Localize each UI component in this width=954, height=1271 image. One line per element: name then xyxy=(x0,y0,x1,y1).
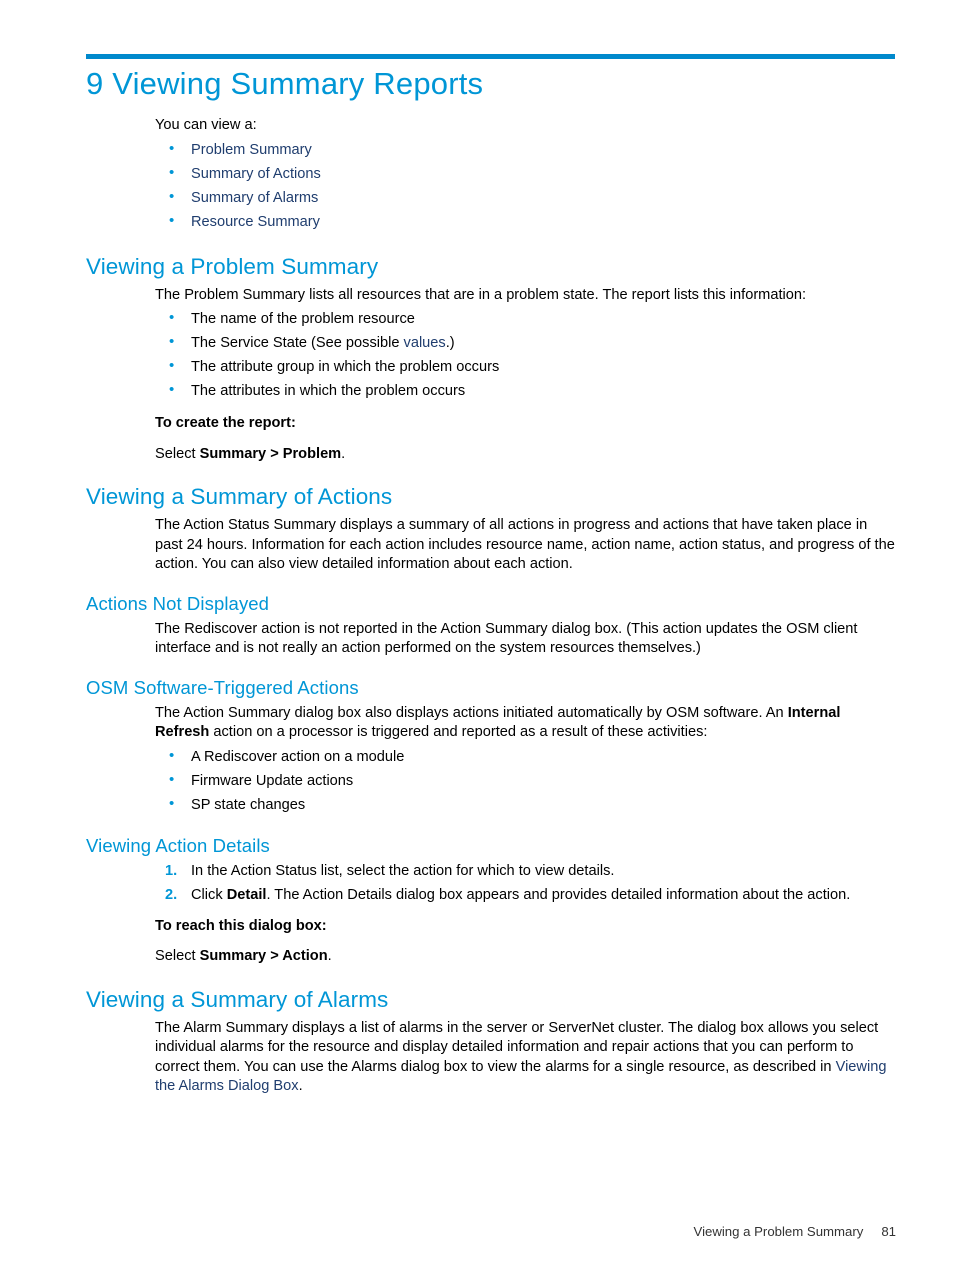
step-text: In the Action Status list, select the ac… xyxy=(191,862,615,879)
problem-item-suffix: .) xyxy=(445,335,455,351)
list-item[interactable]: Summary of Actions xyxy=(155,161,896,186)
intro-item-label: Problem Summary xyxy=(191,141,312,158)
subsection-heading-actions-not-displayed: Actions Not Displayed xyxy=(86,592,270,614)
select-suffix: . xyxy=(327,948,332,964)
problem-item-label: The name of the problem resource xyxy=(191,311,415,327)
section-heading-summary-alarms: Viewing a Summary of Alarms xyxy=(86,986,389,1012)
subsection-heading-osm-software-triggered: OSM Software-Triggered Actions xyxy=(86,676,359,698)
action-details-steps: 1. In the Action Status list, select the … xyxy=(155,862,896,906)
list-item: The attributes in which the problem occu… xyxy=(155,378,896,403)
problem-item-prefix: The Service State (See possible xyxy=(191,335,404,351)
list-item[interactable]: Problem Summary xyxy=(155,137,896,162)
osm-item-label: A Rediscover action on a module xyxy=(191,748,405,765)
osm-paragraph-part2: action on a processor is triggered and r… xyxy=(209,724,708,740)
section-heading-problem-summary: Viewing a Problem Summary xyxy=(86,253,379,279)
select-prefix: Select xyxy=(155,445,200,462)
summary-actions-block: The Action Status Summary displays a sum… xyxy=(155,516,896,575)
select-suffix: . xyxy=(341,445,346,462)
document-page: 9 Viewing Summary Reports You can view a… xyxy=(0,0,954,1271)
problem-item-label: The attribute group in which the problem… xyxy=(191,359,500,375)
actions-not-displayed-block: The Rediscover action is not reported in… xyxy=(155,620,896,659)
list-item: 1. In the Action Status list, select the … xyxy=(155,862,896,882)
list-item: A Rediscover action on a module xyxy=(155,744,896,769)
osm-paragraph-part1: The Action Summary dialog box also displ… xyxy=(155,704,788,721)
intro-block: You can view a: Problem Summary Summary … xyxy=(155,116,896,234)
osm-triggered-paragraph: The Action Summary dialog box also displ… xyxy=(155,704,896,743)
actions-not-displayed-paragraph: The Rediscover action is not reported in… xyxy=(155,620,858,657)
step-number: 1. xyxy=(165,862,178,879)
summary-actions-paragraph: The Action Status Summary displays a sum… xyxy=(155,517,895,572)
values-link[interactable]: values xyxy=(404,335,446,351)
to-create-report-label: To create the report: xyxy=(155,415,296,431)
select-menu-path: Summary > Problem xyxy=(199,445,342,462)
step-prefix: Click xyxy=(191,887,227,903)
problem-summary-paragraph: The Problem Summary lists all resources … xyxy=(155,286,807,303)
list-item[interactable]: Summary of Alarms xyxy=(155,185,896,210)
osm-item-label: Firmware Update actions xyxy=(191,772,354,789)
list-item: 2. Click Detail. The Action Details dialo… xyxy=(155,886,896,906)
list-item: The attribute group in which the problem… xyxy=(155,354,896,379)
alarms-paragraph-part2: . xyxy=(298,1078,303,1094)
step-suffix: . The Action Details dialog box appears … xyxy=(266,887,851,903)
osm-item-label: SP state changes xyxy=(191,796,306,813)
select-prefix: Select xyxy=(155,948,200,964)
problem-select-path: Select Summary > Problem. xyxy=(155,445,896,465)
osm-software-triggered-block: The Action Summary dialog box also displ… xyxy=(155,704,896,817)
page-footer: Viewing a Problem Summary 81 xyxy=(0,1224,954,1239)
viewing-action-details-block: 1. In the Action Status list, select the … xyxy=(155,862,896,967)
intro-lead: You can view a: xyxy=(155,117,257,133)
summary-alarms-block: The Alarm Summary displays a list of ala… xyxy=(155,1019,896,1097)
osm-triggered-list: A Rediscover action on a module Firmware… xyxy=(155,744,896,817)
footer-page-number: 81 xyxy=(881,1224,896,1239)
step-number: 2. xyxy=(165,887,178,903)
detail-button-term: Detail xyxy=(226,887,267,903)
intro-list: Problem Summary Summary of Actions Summa… xyxy=(155,137,896,234)
subsection-heading-viewing-action-details: Viewing Action Details xyxy=(86,834,270,856)
problem-summary-list: The name of the problem resource The Ser… xyxy=(155,306,896,403)
chapter-rule xyxy=(86,54,895,59)
problem-item-label: The attributes in which the problem occu… xyxy=(191,383,466,399)
section-heading-summary-actions: Viewing a Summary of Actions xyxy=(86,484,393,509)
list-item: SP state changes xyxy=(155,792,896,817)
list-item: Firmware Update actions xyxy=(155,768,896,793)
chapter-title: 9 Viewing Summary Reports xyxy=(86,66,484,101)
list-item[interactable]: Resource Summary xyxy=(155,209,896,234)
summary-alarms-paragraph: The Alarm Summary displays a list of ala… xyxy=(155,1019,896,1097)
list-item: The Service State (See possible values.) xyxy=(155,330,896,355)
alarms-paragraph-part1: The Alarm Summary displays a list of ala… xyxy=(155,1019,879,1075)
intro-item-label: Summary of Actions xyxy=(191,165,321,182)
intro-item-label: Resource Summary xyxy=(191,213,320,230)
select-menu-path: Summary > Action xyxy=(199,948,328,964)
footer-section-title: Viewing a Problem Summary xyxy=(693,1224,864,1239)
intro-item-label: Summary of Alarms xyxy=(191,189,319,206)
action-select-path: Select Summary > Action. xyxy=(155,947,896,967)
page-content: You can view a: Problem Summary Summary … xyxy=(86,116,896,1098)
problem-summary-block: The Problem Summary lists all resources … xyxy=(155,286,896,465)
list-item: The name of the problem resource xyxy=(155,306,896,331)
to-reach-dialog-label: To reach this dialog box: xyxy=(155,917,327,934)
